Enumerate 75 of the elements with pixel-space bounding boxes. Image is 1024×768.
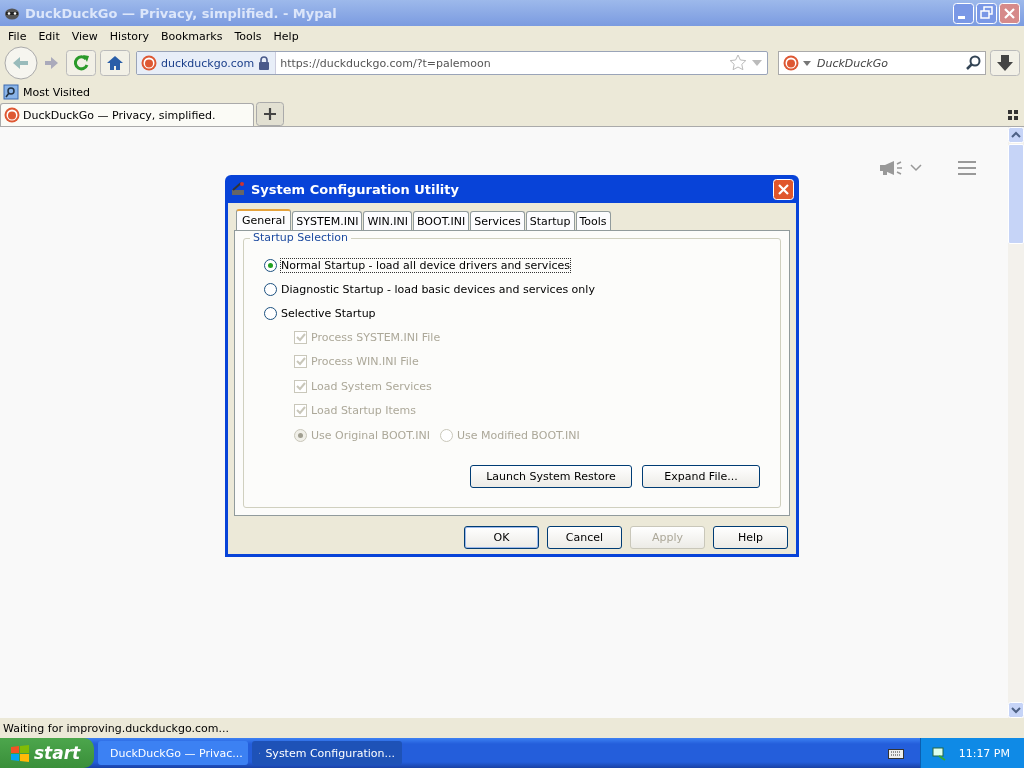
scrollbar-thumb[interactable] — [1008, 144, 1024, 244]
option-label: Selective Startup — [281, 306, 376, 320]
option-label: Load Startup Items — [311, 404, 416, 418]
start-button[interactable]: start — [0, 738, 94, 768]
option-label: Use Modified BOOT.INI — [456, 428, 580, 442]
close-button[interactable] — [773, 178, 794, 200]
menu-item[interactable]: File — [2, 29, 33, 43]
dialog-button[interactable]: Cancel — [547, 526, 622, 549]
dialog-tab[interactable]: Services — [470, 211, 525, 230]
new-tab-button[interactable] — [256, 102, 284, 126]
clock: 11:17 PM — [958, 746, 1010, 760]
dropdown-icon[interactable] — [751, 59, 763, 67]
dialog-title: System Configuration Utility — [251, 181, 460, 197]
dialog-tab[interactable]: Tools — [575, 211, 611, 230]
option-label: Process WIN.INI File — [311, 355, 419, 369]
bookmark-folder-icon[interactable] — [3, 84, 19, 100]
taskbar-button[interactable]: DuckDuckGo — Privac... — [98, 741, 248, 765]
start-label: start — [34, 743, 81, 763]
task-label: DuckDuckGo — Privac... — [110, 746, 243, 760]
status-text: Waiting for improving.duckduckgo.com... — [2, 720, 230, 737]
taskbar-button[interactable]: System Configuration... — [252, 741, 402, 765]
radio-button[interactable] — [264, 258, 277, 272]
dialog-button[interactable]: Help — [713, 526, 788, 549]
star-icon[interactable] — [729, 54, 747, 72]
dropdown-icon[interactable] — [803, 60, 811, 66]
dialog-tab[interactable]: WIN.INI — [363, 211, 412, 230]
search-icon[interactable] — [965, 55, 981, 71]
action-button[interactable]: Launch System Restore — [470, 464, 632, 488]
scroll-down-button[interactable] — [1008, 702, 1024, 718]
scroll-up-button[interactable] — [1008, 127, 1024, 143]
option-label: Use Original BOOT.INI — [311, 428, 430, 442]
site-domain: duckduckgo.com — [161, 56, 255, 70]
reload-button[interactable] — [66, 50, 96, 76]
lock-icon[interactable] — [258, 56, 271, 70]
address-bar[interactable]: duckduckgo.com https://duckduckgo.com/?t=palemoon — [136, 51, 768, 75]
duck-logo-icon[interactable] — [4, 107, 20, 123]
duck-logo-icon[interactable] — [141, 55, 157, 71]
grid-icon[interactable] — [1008, 110, 1018, 120]
chevron-down-icon[interactable] — [910, 164, 922, 172]
menu-item[interactable]: History — [103, 29, 155, 43]
raccoon-icon[interactable] — [4, 6, 20, 20]
window-title: DuckDuckGo — Privacy, simplified. - Mypal — [25, 5, 338, 21]
dialog-tab[interactable]: Startup — [525, 211, 575, 230]
menu-item[interactable]: Edit — [32, 29, 66, 43]
dialog-tab[interactable]: SYSTEM.INI — [292, 211, 363, 230]
bookmark-item[interactable]: Most Visited — [23, 85, 90, 99]
home-button[interactable] — [100, 50, 130, 76]
search-bar[interactable]: DuckDuckGo — [778, 51, 986, 75]
action-button[interactable]: Expand File... — [642, 464, 760, 488]
duck-logo-icon[interactable] — [783, 55, 799, 71]
download-button[interactable] — [990, 50, 1020, 76]
menu-item[interactable]: Tools — [228, 29, 268, 43]
menu-item[interactable]: Help — [267, 29, 305, 43]
menu-icon[interactable] — [958, 161, 976, 175]
windows-flag-icon[interactable] — [10, 744, 30, 762]
site-identity[interactable]: duckduckgo.com — [137, 52, 277, 74]
option-label: Diagnostic Startup - load basic devices and services only — [281, 282, 595, 296]
tab-title: DuckDuckGo — Privacy, simplified. — [23, 108, 216, 122]
option-label: Normal Startup - load all device drivers and services — [281, 258, 570, 272]
restore-button[interactable] — [976, 2, 997, 24]
url-text: https://duckduckgo.com/?t=palemoon — [280, 56, 492, 70]
radio-button[interactable] — [264, 306, 277, 320]
keyboard-icon[interactable] — [887, 747, 904, 759]
task-label: System Configuration... — [265, 746, 395, 760]
menu-item[interactable]: Bookmarks — [155, 29, 229, 43]
browser-tab[interactable]: DuckDuckGo — Privacy, simplified. — [0, 103, 254, 126]
dialog-tab[interactable]: BOOT.INI — [413, 211, 470, 230]
dialog-button[interactable]: OK — [464, 526, 539, 549]
dialog-tab[interactable]: General — [236, 209, 292, 230]
option-label: Process SYSTEM.INI File — [311, 330, 441, 344]
group-title: Startup Selection — [250, 231, 351, 244]
radio-button[interactable] — [264, 282, 277, 296]
menu-item[interactable]: View — [65, 29, 104, 43]
option-label: Load System Services — [311, 379, 432, 393]
minimize-button[interactable] — [953, 2, 974, 24]
